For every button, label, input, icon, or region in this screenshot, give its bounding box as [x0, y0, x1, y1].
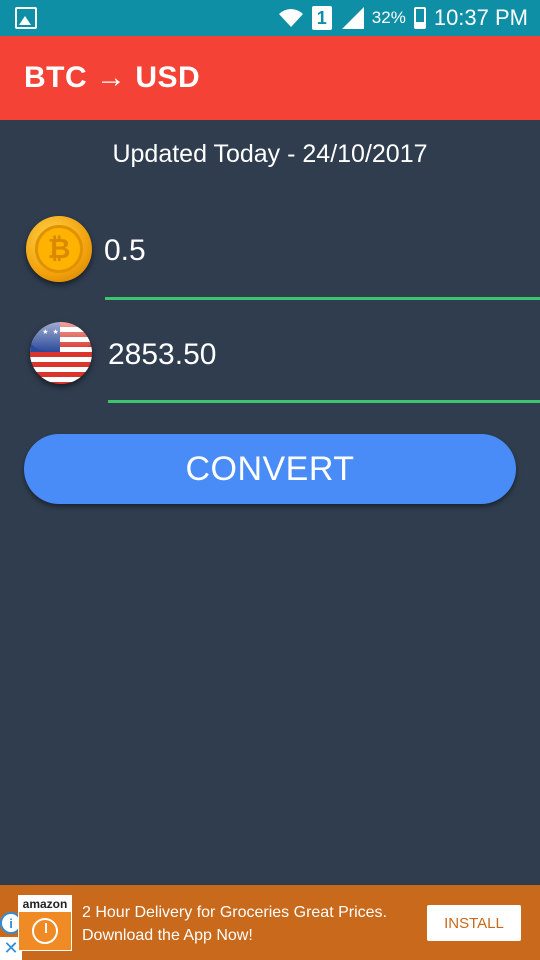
install-button[interactable]: INSTALL — [427, 905, 521, 941]
flag-shine — [30, 322, 92, 352]
battery-icon — [413, 7, 426, 29]
convert-button[interactable]: CONVERT — [24, 434, 516, 504]
bitcoin-icon: ₿ — [26, 216, 92, 282]
btc-amount-input[interactable] — [104, 228, 540, 274]
ad-text: 2 Hour Delivery for Groceries Great Pric… — [82, 904, 387, 944]
btc-input-underline — [105, 297, 540, 300]
ad-banner[interactable]: i ✕ amazon 2 Hour Delivery for Groceries… — [0, 885, 540, 960]
app-toolbar: BTC → USD — [0, 36, 540, 120]
status-icons: 1 32% 10:37 PM — [278, 0, 528, 36]
page-title: BTC → USD — [24, 61, 201, 94]
gallery-icon — [15, 7, 37, 29]
usd-flag-icon — [30, 322, 92, 384]
clock-icon — [32, 918, 58, 944]
signal-icon — [341, 7, 364, 29]
usd-amount-input[interactable] — [108, 332, 540, 378]
updated-date-text: Updated Today - 24/10/2017 — [112, 140, 428, 168]
battery-percent: 32% — [371, 8, 406, 27]
wifi-icon — [278, 9, 303, 27]
usd-input-underline — [108, 400, 540, 403]
amazon-logo-text: amazon — [19, 896, 71, 912]
amazon-logo: amazon — [18, 895, 72, 951]
status-bar: 1 32% 10:37 PM — [0, 0, 540, 36]
status-time: 10:37 PM — [433, 5, 528, 30]
bitcoin-symbol: ₿ — [35, 225, 83, 273]
sim-icon: 1 — [311, 6, 332, 30]
